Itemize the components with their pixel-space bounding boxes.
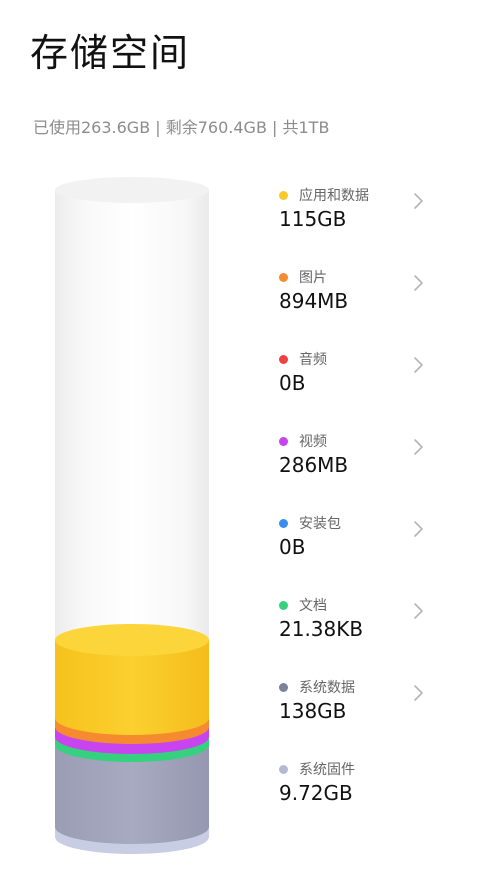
chevron-right-icon	[414, 357, 423, 373]
category-size: 115GB	[279, 207, 347, 231]
red-dot-icon	[279, 354, 288, 364]
storage-page: 存储空间 已使用263.6GB | 剩余760.4GB | 共1TB 应用和数据…	[0, 0, 489, 883]
category-size: 9.72GB	[279, 781, 353, 805]
category-label: 文档	[299, 598, 327, 614]
category-documents[interactable]: 文档 21.38KB	[279, 595, 429, 655]
category-audio[interactable]: 音频 0B	[279, 349, 429, 409]
category-size: 0B	[279, 371, 306, 395]
chevron-right-icon	[414, 439, 423, 455]
category-apps-data[interactable]: 应用和数据 115GB	[279, 185, 429, 245]
category-label: 应用和数据	[299, 188, 369, 204]
category-system-firmware: 系统固件 9.72GB	[279, 759, 429, 819]
green-dot-icon	[279, 600, 288, 610]
lavender-dot-icon	[279, 764, 288, 774]
purple-dot-icon	[279, 436, 288, 446]
blue-dot-icon	[279, 518, 288, 528]
category-label: 音频	[299, 352, 327, 368]
chevron-right-icon	[414, 521, 423, 537]
chevron-right-icon	[414, 685, 423, 701]
category-label: 视频	[299, 434, 327, 450]
category-images[interactable]: 图片 894MB	[279, 267, 429, 327]
chevron-right-icon	[414, 275, 423, 291]
chevron-right-icon	[414, 603, 423, 619]
category-install-packages[interactable]: 安装包 0B	[279, 513, 429, 573]
category-label: 系统数据	[299, 680, 355, 696]
category-label: 图片	[299, 270, 327, 286]
storage-category-list: 应用和数据 115GB 图片 894MB 音频 0B 视频 286MB 安装包 …	[0, 0, 489, 883]
category-label: 安装包	[299, 516, 341, 532]
category-size: 894MB	[279, 289, 349, 313]
category-label: 系统固件	[299, 762, 355, 778]
gray-dot-icon	[279, 682, 288, 692]
category-size: 0B	[279, 535, 306, 559]
category-size: 286MB	[279, 453, 349, 477]
category-videos[interactable]: 视频 286MB	[279, 431, 429, 491]
yellow-dot-icon	[279, 190, 288, 200]
category-size: 21.38KB	[279, 617, 364, 641]
chevron-right-icon	[414, 193, 423, 209]
category-size: 138GB	[279, 699, 347, 723]
category-system-data[interactable]: 系统数据 138GB	[279, 677, 429, 737]
orange-dot-icon	[279, 272, 288, 282]
